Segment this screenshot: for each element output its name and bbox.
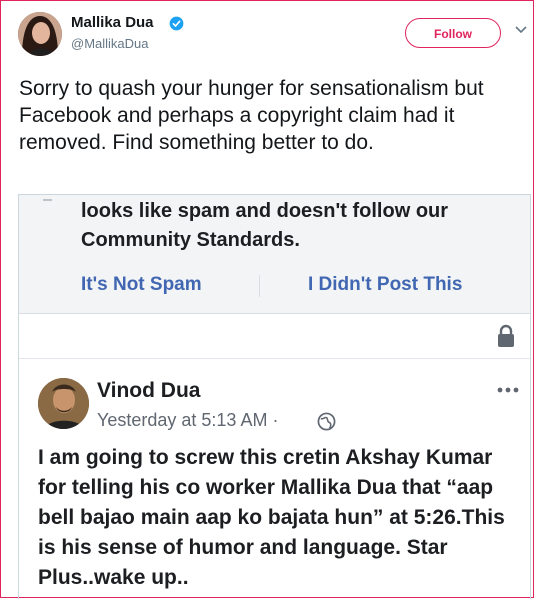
chevron-down-icon[interactable] — [515, 25, 527, 35]
avatar[interactable] — [18, 12, 62, 56]
verified-badge-icon — [169, 16, 184, 31]
divider — [19, 358, 530, 359]
tweet-text: Sorry to quash your hunger for sensation… — [19, 77, 484, 154]
author-handle[interactable]: @MallikaDua — [71, 36, 149, 51]
spam-notice-text: looks like spam and doesn't follow our C… — [81, 200, 449, 251]
more-options-icon — [497, 387, 519, 393]
post-text: I am going to screw this cretin Akshay K… — [38, 446, 505, 589]
post-timestamp: Yesterday at 5:13 AM · — [97, 410, 278, 431]
author-name[interactable]: Mallika Dua — [71, 14, 154, 31]
button-divider — [259, 275, 260, 297]
globe-icon — [317, 412, 336, 431]
post-timestamp-text: Yesterday at 5:13 AM — [97, 410, 268, 430]
didnt-post-button: I Didn't Post This — [308, 274, 463, 295]
lock-icon — [498, 324, 514, 347]
spam-notice-box: looks like spam and doesn't follow our C… — [19, 195, 530, 314]
post-author-avatar — [38, 378, 89, 429]
not-spam-button: It's Not Spam — [81, 274, 202, 295]
spam-notice-mark — [43, 199, 52, 201]
follow-button[interactable]: Follow — [405, 18, 501, 48]
post-author-name: Vinod Dua — [97, 379, 201, 402]
embedded-screenshot[interactable]: looks like spam and doesn't follow our C… — [18, 194, 531, 599]
tweet-card: Mallika Dua @MallikaDua Follow Sorry to … — [0, 0, 534, 599]
meta-separator: · — [272, 410, 279, 430]
